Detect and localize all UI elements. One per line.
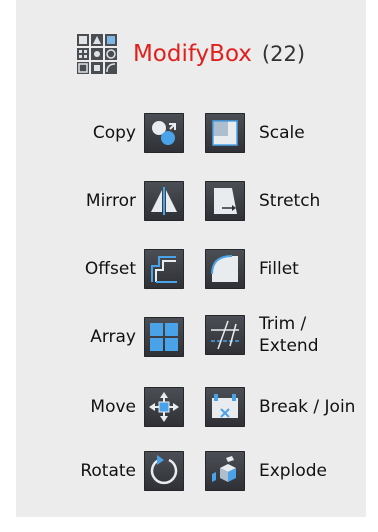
- array-tool[interactable]: Array: [16, 317, 184, 357]
- trim-extend-icon: [211, 320, 239, 350]
- fillet-icon: [211, 255, 238, 282]
- copy-button[interactable]: [144, 113, 184, 153]
- move-label: Move: [90, 397, 136, 417]
- explode-button[interactable]: [205, 451, 245, 491]
- tool-count: (22): [261, 42, 306, 66]
- fillet-button[interactable]: [205, 249, 245, 289]
- mirror-icon: [151, 187, 177, 215]
- copy-label: Copy: [92, 123, 136, 143]
- explode-label: Explode: [259, 461, 327, 481]
- move-tool[interactable]: Move: [16, 387, 184, 427]
- offset-icon: [151, 256, 177, 283]
- mirror-label: Mirror: [85, 191, 136, 211]
- mirror-tool[interactable]: Mirror: [16, 181, 184, 221]
- mirror-button[interactable]: [144, 181, 184, 221]
- explode-icon: [212, 456, 236, 482]
- array-icon: [150, 323, 178, 351]
- rotate-tool[interactable]: Rotate: [16, 451, 184, 491]
- trim-extend-button[interactable]: [205, 315, 245, 355]
- scale-label: Scale: [259, 123, 305, 143]
- rotate-label: Rotate: [80, 461, 136, 481]
- fillet-tool[interactable]: Fillet: [205, 249, 299, 289]
- break-join-tool[interactable]: Break / Join: [205, 387, 355, 427]
- offset-tool[interactable]: Offset: [16, 249, 184, 289]
- panel-header: ModifyBox (22): [16, 34, 366, 74]
- offset-button[interactable]: [144, 249, 184, 289]
- break-join-button[interactable]: [205, 387, 245, 427]
- stretch-tool[interactable]: Stretch: [205, 181, 320, 221]
- extend-label: Extend: [259, 336, 319, 356]
- break-join-label: Break / Join: [259, 397, 356, 417]
- array-button[interactable]: [144, 317, 184, 357]
- rotate-icon: [150, 455, 178, 485]
- array-label: Array: [90, 327, 136, 347]
- stretch-label: Stretch: [259, 191, 321, 211]
- modify-box-panel: ModifyBox (22) Copy Scale Mirror Stretch…: [16, 0, 366, 517]
- fillet-label: Fillet: [259, 259, 299, 279]
- copy-tool[interactable]: Copy: [16, 113, 184, 153]
- stretch-icon: [214, 188, 237, 214]
- trim-label: Trim /: [259, 314, 307, 334]
- trim-extend-label: Trim / Extend: [259, 313, 319, 357]
- scale-button[interactable]: [205, 113, 245, 153]
- scale-tool[interactable]: Scale: [205, 113, 305, 153]
- toolbox-grid-icon: [76, 34, 117, 74]
- move-icon: [149, 392, 179, 422]
- move-button[interactable]: [144, 387, 184, 427]
- trim-extend-tool[interactable]: Trim / Extend: [205, 313, 319, 357]
- explode-tool[interactable]: Explode: [205, 451, 327, 491]
- panel-title: ModifyBox: [132, 41, 252, 67]
- offset-label: Offset: [84, 259, 136, 279]
- copy-icon: [152, 121, 176, 145]
- break-join-icon: [212, 394, 238, 418]
- stretch-button[interactable]: [205, 181, 245, 221]
- scale-icon: [212, 120, 238, 146]
- rotate-button[interactable]: [144, 451, 184, 491]
